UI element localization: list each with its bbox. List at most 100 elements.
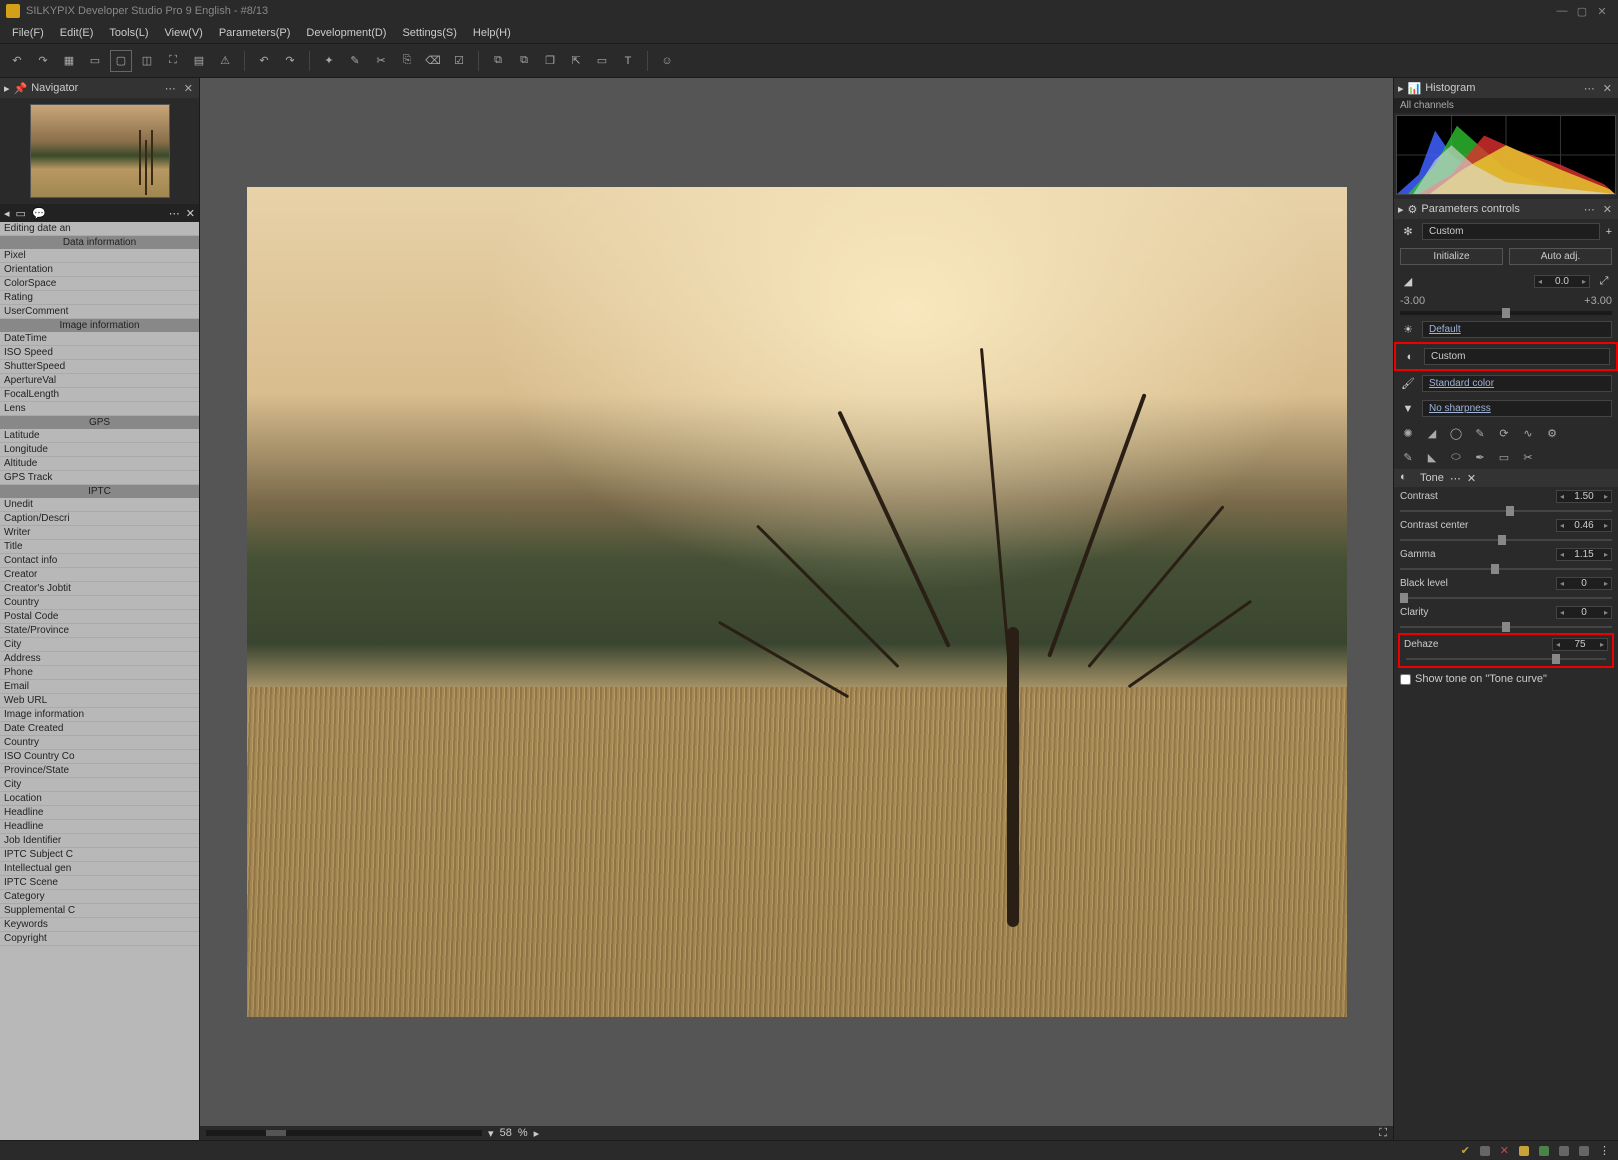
sharpen-icon[interactable]: ✎ [1472, 425, 1488, 441]
maximize-button[interactable]: ▢ [1572, 5, 1592, 18]
menu-tools[interactable]: Tools(L) [101, 24, 156, 42]
image-canvas[interactable] [200, 78, 1393, 1126]
menu-file[interactable]: File(F) [4, 24, 52, 42]
close-button[interactable]: ✕ [1592, 5, 1612, 18]
step-up-icon[interactable]: ▸ [1579, 277, 1589, 286]
panel-close-icon[interactable]: ✕ [182, 82, 195, 95]
crop-tool-icon[interactable]: ✂ [370, 50, 392, 72]
zoom-increase[interactable]: ▸ [534, 1127, 540, 1140]
clarity-stepper[interactable]: ◂0▸ [1556, 606, 1612, 619]
panel-close-icon[interactable]: ✕ [1601, 203, 1614, 216]
blur-icon[interactable]: ◯ [1448, 425, 1464, 441]
histogram-channels[interactable]: All channels [1394, 98, 1618, 113]
minimize-button[interactable]: — [1552, 5, 1572, 17]
grid-icon[interactable]: ▦ [58, 50, 80, 72]
initialize-button[interactable]: Initialize [1400, 248, 1503, 265]
collapse-icon[interactable]: ▸ [4, 82, 10, 95]
rotate-right-icon[interactable]: ↷ [32, 50, 54, 72]
split-view-icon[interactable]: ◫ [136, 50, 158, 72]
clarity-slider[interactable] [1400, 622, 1612, 632]
preset-dropdown[interactable]: Custom [1422, 223, 1600, 240]
trash-icon[interactable]: ⌫ [422, 50, 444, 72]
pen-icon[interactable]: ✒ [1472, 449, 1488, 465]
contrast-center-slider[interactable] [1400, 535, 1612, 545]
tone-preset-dropdown[interactable]: Custom [1424, 348, 1610, 365]
expand-icon[interactable]: ⤢ [1596, 273, 1612, 289]
panel-menu-icon[interactable]: ⋯ [163, 82, 178, 95]
navigator-thumbnail[interactable] [0, 98, 199, 204]
curve-icon[interactable]: ◢ [1424, 425, 1440, 441]
status-dot-grey3[interactable] [1579, 1146, 1589, 1156]
lens-icon[interactable]: ⬭ [1448, 449, 1464, 465]
share-icon[interactable]: ⇱ [565, 50, 587, 72]
menu-help[interactable]: Help(H) [465, 24, 519, 42]
collapse-icon[interactable]: ▸ [1398, 82, 1404, 95]
tab-menu-icon[interactable]: ⋯ [169, 207, 180, 220]
wedge-icon[interactable]: ◣ [1424, 449, 1440, 465]
fullscreen-icon[interactable]: ⛶ [162, 50, 184, 72]
tab-comment-icon[interactable]: 💬 [32, 207, 46, 220]
menu-parameters[interactable]: Parameters(P) [211, 24, 299, 42]
clone-icon[interactable]: ❐ [539, 50, 561, 72]
status-dot-grey[interactable] [1480, 1146, 1490, 1156]
crop-icon[interactable]: ✂ [1520, 449, 1536, 465]
zoom-decrease[interactable]: ▾ [488, 1127, 494, 1140]
dehaze-stepper[interactable]: ◂75▸ [1552, 638, 1608, 651]
user-icon[interactable]: ☺ [656, 50, 678, 72]
single-view-icon[interactable]: ▢ [110, 50, 132, 72]
step-down-icon[interactable]: ◂ [1535, 277, 1545, 286]
collapse-icon[interactable]: ▸ [1398, 203, 1404, 216]
copy-icon[interactable]: ⧉ [487, 50, 509, 72]
pin-icon[interactable]: 📌 [14, 82, 28, 95]
horizontal-scrollbar[interactable] [206, 1130, 482, 1136]
sharpness-dropdown[interactable]: No sharpness [1422, 400, 1612, 417]
dehaze-slider[interactable] [1406, 654, 1606, 664]
gamma-slider[interactable] [1400, 564, 1612, 574]
highlight-icon[interactable]: ✺ [1400, 425, 1416, 441]
effect-icon[interactable]: ⚙ [1544, 425, 1560, 441]
show-tone-checkbox[interactable] [1400, 674, 1411, 685]
warning-icon[interactable]: ⚠ [214, 50, 236, 72]
status-cancel-icon[interactable]: ✕ [1500, 1144, 1509, 1157]
show-tone-checkbox-row[interactable]: Show tone on "Tone curve" [1394, 669, 1618, 689]
menu-settings[interactable]: Settings(S) [394, 24, 464, 42]
exposure-slider[interactable]: -3.00+3.00 [1394, 293, 1618, 317]
check-icon[interactable]: ☑ [448, 50, 470, 72]
rotate-left-icon[interactable]: ↶ [6, 50, 28, 72]
status-menu-icon[interactable]: ⋮ [1599, 1144, 1610, 1157]
auto-adjust-button[interactable]: Auto adj. [1509, 248, 1612, 265]
info-icon[interactable]: ▤ [188, 50, 210, 72]
color-dropdown[interactable]: Standard color [1422, 375, 1612, 392]
contrast-slider[interactable] [1400, 506, 1612, 516]
status-dot-grey2[interactable] [1559, 1146, 1569, 1156]
preset-icon[interactable]: ▭ [591, 50, 613, 72]
panel-menu-icon[interactable]: ⋯ [1450, 472, 1461, 485]
panel-menu-icon[interactable]: ⋯ [1582, 203, 1597, 216]
panel-close-icon[interactable]: ✕ [1467, 472, 1476, 485]
paste-icon[interactable]: ⧉ [513, 50, 535, 72]
info-list[interactable]: Editing date an Data information Pixel O… [0, 222, 199, 1140]
export-icon[interactable]: ⎘ [396, 50, 418, 72]
menu-view[interactable]: View(V) [157, 24, 211, 42]
menu-development[interactable]: Development(D) [298, 24, 394, 42]
brush-tool-icon[interactable]: ✎ [344, 50, 366, 72]
status-dot-yellow[interactable] [1519, 1146, 1529, 1156]
black-level-slider[interactable] [1400, 593, 1612, 603]
mask-icon[interactable]: ▭ [1496, 449, 1512, 465]
exposure-stepper[interactable]: ◂ 0.0 ▸ [1534, 275, 1590, 288]
fit-icon[interactable]: ⛶ [1379, 1127, 1387, 1140]
redo-icon[interactable]: ↷ [279, 50, 301, 72]
panel-close-icon[interactable]: ✕ [1601, 82, 1614, 95]
contrast-center-stepper[interactable]: ◂0.46▸ [1556, 519, 1612, 532]
eyedrop-icon[interactable]: ✎ [1400, 449, 1416, 465]
tab-left-icon[interactable]: ◂ [4, 207, 10, 220]
menu-edit[interactable]: Edit(E) [52, 24, 102, 42]
tab-folder-icon[interactable]: ▭ [16, 207, 26, 220]
distort-icon[interactable]: ∿ [1520, 425, 1536, 441]
gamma-stepper[interactable]: ◂1.15▸ [1556, 548, 1612, 561]
rotate-icon[interactable]: ⟳ [1496, 425, 1512, 441]
status-dot-green[interactable] [1539, 1146, 1549, 1156]
wb-dropdown[interactable]: Default [1422, 321, 1612, 338]
status-check-icon[interactable]: ✔ [1461, 1144, 1470, 1157]
add-preset-icon[interactable]: + [1606, 226, 1612, 238]
